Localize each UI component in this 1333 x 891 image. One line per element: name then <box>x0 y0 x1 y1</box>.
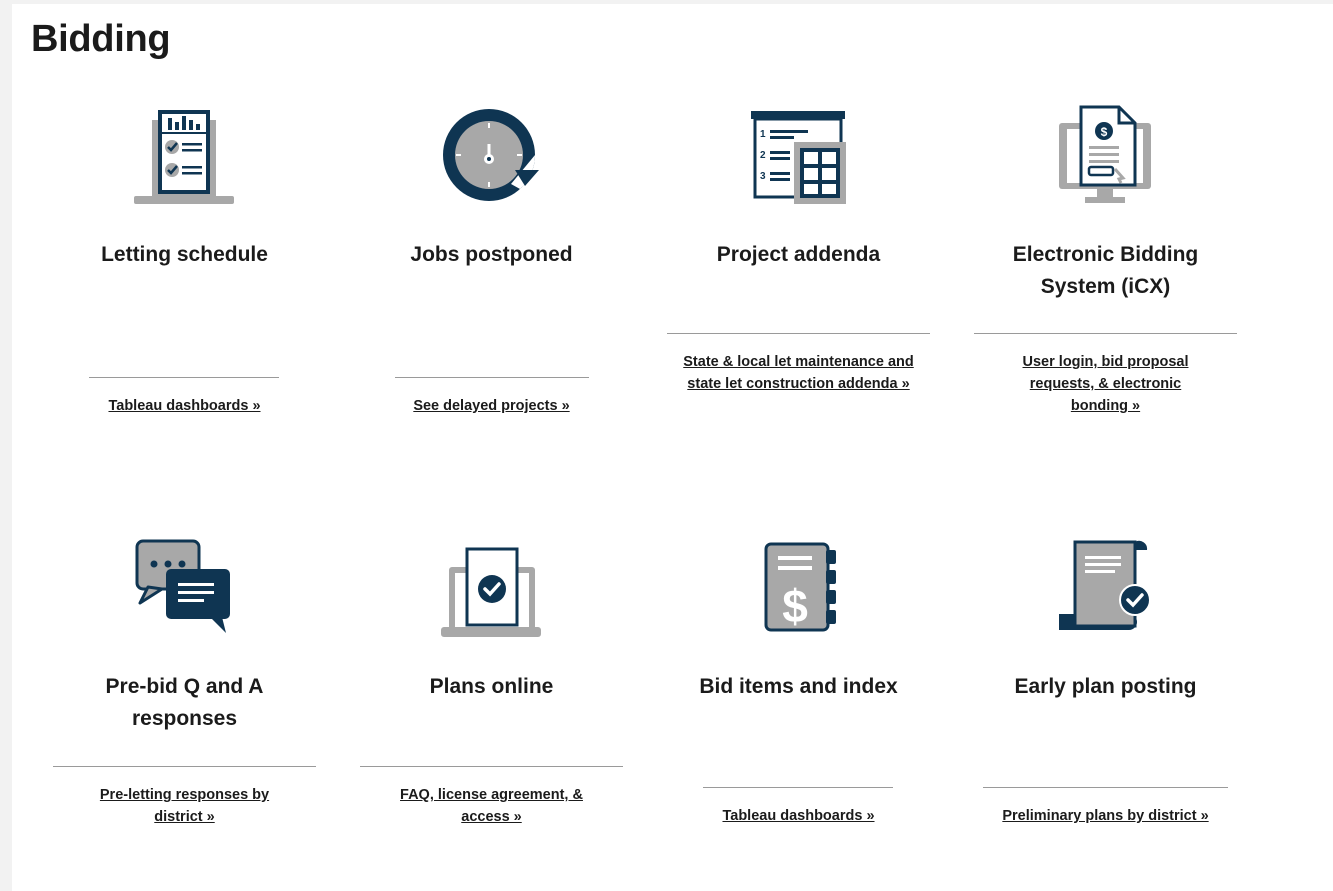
card-title: Bid items and index <box>699 675 898 698</box>
card-title: Electronic Bidding System (iCX) <box>1012 243 1199 298</box>
page-title: Bidding <box>31 18 171 60</box>
card-divider <box>53 766 316 767</box>
card-title: Letting schedule <box>101 243 268 266</box>
card-divider <box>360 766 623 767</box>
laptop-checklist-icon <box>134 104 234 204</box>
card-link-pre-letting-responses[interactable]: Pre-letting responses by district » <box>81 784 288 828</box>
card-divider <box>703 787 893 788</box>
card-title: Project addenda <box>716 243 881 266</box>
numbered-list-grid-icon: 1 2 3 <box>748 108 848 208</box>
card-title: Jobs postponed <box>410 243 573 266</box>
card-divider <box>395 377 589 378</box>
card-divider <box>974 333 1237 334</box>
card-link-plans-access[interactable]: FAQ, license agreement, & access » <box>388 784 595 828</box>
card-title: Early plan posting <box>1014 675 1197 698</box>
card-link-icx-login[interactable]: User login, bid proposal requests, & ele… <box>1004 351 1207 417</box>
bidding-page: Bidding Letting schedule Tableau dashboa… <box>12 4 1333 891</box>
chat-bubbles-icon <box>134 537 234 637</box>
svg-text:1: 1 <box>760 129 766 140</box>
card-link-delayed-projects[interactable]: See delayed projects » <box>338 395 645 417</box>
scroll-check-icon <box>1055 540 1155 640</box>
dollar-notebook-icon: $ <box>748 540 848 640</box>
card-divider <box>667 333 930 334</box>
card-link-tableau-dashboards[interactable]: Tableau dashboards » <box>31 395 338 417</box>
svg-text:2: 2 <box>760 150 766 161</box>
card-title: Pre-bid Q and A responses <box>105 675 264 730</box>
svg-text:3: 3 <box>760 171 766 182</box>
monitor-bid-document-icon: $ <box>1055 105 1155 205</box>
card-divider <box>89 377 279 378</box>
svg-text:$: $ <box>782 580 808 632</box>
laptop-document-check-icon <box>441 541 541 641</box>
card-divider <box>983 787 1228 788</box>
svg-text:$: $ <box>1101 125 1108 139</box>
card-link-tableau-dashboards[interactable]: Tableau dashboards » <box>645 805 952 827</box>
card-link-addenda[interactable]: State & local let maintenance and state … <box>675 351 922 395</box>
card-title: Plans online <box>429 675 554 698</box>
clock-postpone-icon <box>441 104 541 204</box>
card-link-preliminary-plans[interactable]: Preliminary plans by district » <box>952 805 1259 827</box>
